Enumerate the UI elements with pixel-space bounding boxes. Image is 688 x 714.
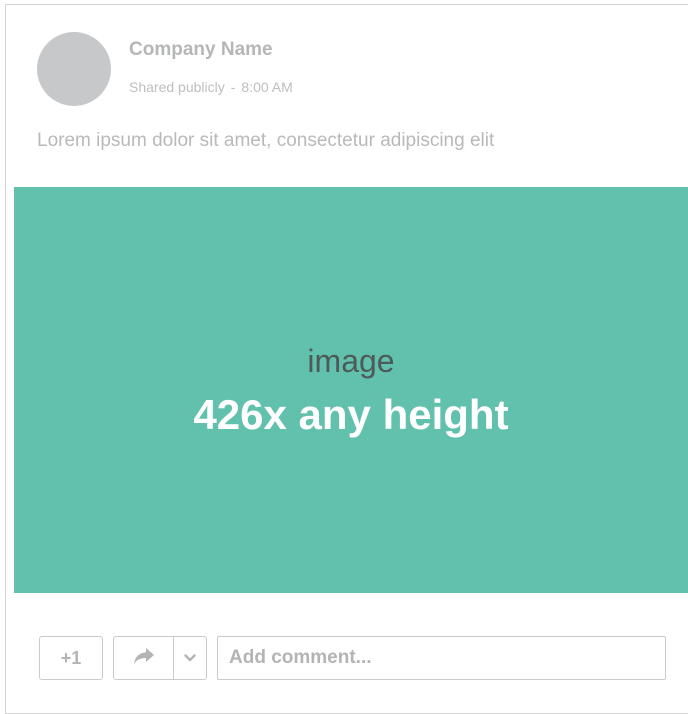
share-arrow-icon [133, 647, 155, 670]
chevron-down-icon [184, 649, 196, 667]
image-size-label: 426x any height [193, 391, 509, 438]
image-placeholder-label: image [307, 343, 395, 379]
post-meta: Shared publicly -8:00 AM [129, 79, 293, 95]
post-time[interactable]: 8:00 AM [241, 79, 292, 95]
plus-one-button[interactable]: +1 [39, 636, 103, 680]
meta-separator: - [230, 79, 236, 95]
comment-input[interactable] [217, 636, 666, 680]
author-name[interactable]: Company Name [129, 39, 273, 61]
share-button-group [113, 636, 207, 680]
post-card: Company Name Shared publicly -8:00 AM Lor… [5, 4, 688, 714]
share-menu-button[interactable] [174, 637, 206, 679]
visibility-label: Shared publicly [129, 79, 225, 95]
post-image[interactable]: image 426x any height [14, 187, 688, 593]
post-text: Lorem ipsum dolor sit amet, consectetur … [37, 130, 495, 151]
avatar[interactable] [37, 32, 111, 106]
share-button[interactable] [114, 637, 174, 679]
